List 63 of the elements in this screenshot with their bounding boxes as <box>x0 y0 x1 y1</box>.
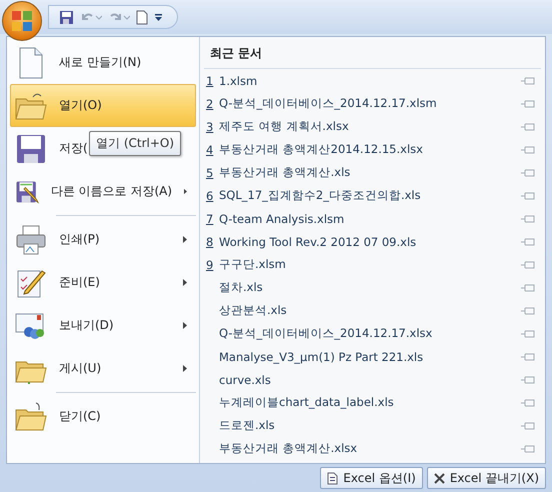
pin-icon[interactable] <box>521 238 535 246</box>
submenu-arrow-icon <box>183 279 187 286</box>
office-logo-icon <box>11 10 33 32</box>
recent-file-item[interactable]: 4 부동산거래 총액계산2014.12.15.xlsx <box>200 138 545 161</box>
new-button[interactable] <box>136 8 148 26</box>
save-button[interactable] <box>59 8 74 26</box>
menu-item[interactable]: 새로 만들기(N) <box>10 41 150 84</box>
new-document-icon <box>136 10 148 24</box>
recent-file-item[interactable]: 2 Q-분석_데이터베이스_2014.12.17.xlsm <box>200 92 545 115</box>
pin-icon[interactable] <box>521 260 535 268</box>
recent-file-item[interactable]: 5 부동산거래 총액계산.xls <box>200 161 545 184</box>
recent-file-item[interactable]: Q-분석_데이터베이스_2014.12.17.xlsx <box>200 322 545 345</box>
pin-icon[interactable] <box>521 444 535 452</box>
pin-icon[interactable] <box>521 168 535 176</box>
pin-icon[interactable] <box>521 376 535 384</box>
submenu-arrow-icon <box>183 322 187 329</box>
submenu-arrow-icon <box>183 365 187 372</box>
pin-icon[interactable] <box>521 122 535 130</box>
printer-icon <box>15 224 47 256</box>
submenu-arrow-icon <box>183 236 187 243</box>
pin-icon[interactable] <box>521 214 535 222</box>
dropdown-arrow-icon <box>154 12 163 22</box>
menu-item[interactable]: 인쇄(P) <box>10 218 196 261</box>
pin-icon[interactable] <box>521 398 535 406</box>
menu-item[interactable]: 보내기(D) <box>10 304 196 347</box>
options-icon <box>327 472 338 484</box>
menu-item[interactable]: 열기(O) <box>10 84 196 127</box>
recent-file-item[interactable]: 부동산거래 총액계산.xlsx <box>200 437 545 460</box>
menu-item[interactable]: 다른 이름으로 저장(A) <box>10 170 196 213</box>
close-icon <box>434 472 445 484</box>
recent-file-item[interactable]: 상관분석.xls <box>200 299 545 322</box>
menu-item[interactable]: 준비(E) <box>10 261 196 304</box>
recent-file-item[interactable]: 드로젠.xls <box>200 414 545 437</box>
options-button[interactable]: Excel 옵션(I) <box>320 467 423 489</box>
exit-button[interactable]: Excel 끝내기(X) <box>426 467 546 489</box>
pin-icon[interactable] <box>521 284 535 292</box>
save-icon <box>59 10 74 24</box>
pin-icon[interactable] <box>521 422 535 430</box>
pin-icon[interactable] <box>521 352 535 360</box>
menu-item[interactable]: 닫기(C) <box>10 395 110 438</box>
recent-file-item[interactable]: curve.xls <box>200 368 545 391</box>
folder-with-arrow-icon <box>15 402 47 432</box>
recent-file-item[interactable]: 3 제주도 여행 계획서.xlsx <box>200 115 545 138</box>
recent-file-item[interactable]: 절차.xls <box>200 276 545 299</box>
open-folder-icon <box>15 90 47 120</box>
recent-file-item[interactable]: 9 구구단.xlsm <box>200 253 545 276</box>
recent-file-item[interactable]: 누계레이블chart_data_label.xls <box>200 391 545 414</box>
tooltip: 열기 (Ctrl+O) <box>89 131 182 156</box>
pin-icon[interactable] <box>521 76 535 84</box>
recent-file-item[interactable]: 8 Working Tool Rev.2 2012 07 09.xls <box>200 230 545 253</box>
menu-item[interactable]: 게시(U) <box>10 347 196 390</box>
office-button[interactable] <box>2 1 42 41</box>
submenu-arrow-icon <box>184 188 187 195</box>
recent-file-item[interactable]: 1 1.xlsm <box>200 69 545 92</box>
pin-icon[interactable] <box>521 330 535 338</box>
recent-file-item[interactable]: Manalyse_V3_µm(1) Pz Part 221.xls <box>200 345 545 368</box>
pin-icon[interactable] <box>521 306 535 314</box>
recent-file-item[interactable]: 7 Q-team Analysis.xlsm <box>200 207 545 230</box>
pin-icon[interactable] <box>521 100 535 108</box>
section-title: 최근 문서 <box>204 37 541 69</box>
recent-file-item[interactable]: 6 SQL_17_집계함수2_다중조건의합.xls <box>200 184 545 207</box>
pin-icon[interactable] <box>521 192 535 200</box>
pin-icon[interactable] <box>521 146 535 154</box>
